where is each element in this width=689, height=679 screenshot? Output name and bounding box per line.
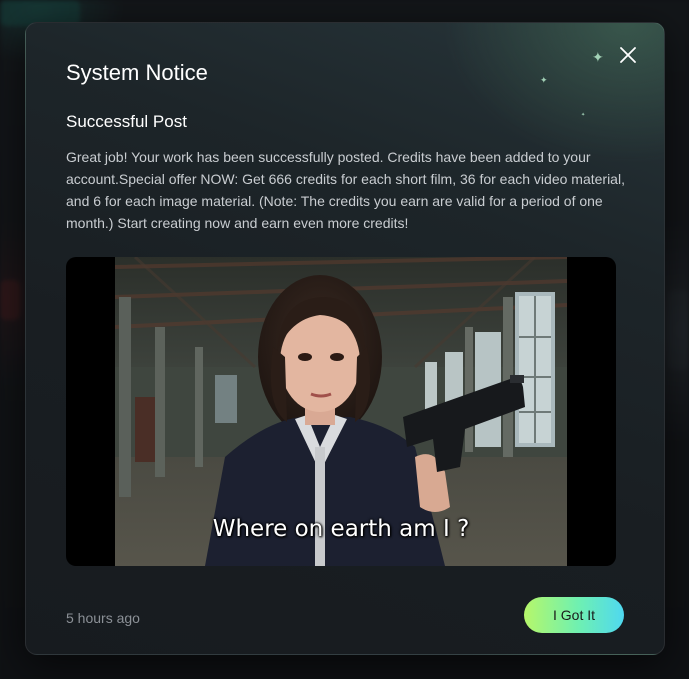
close-icon — [620, 47, 636, 63]
post-timestamp: 5 hours ago — [66, 610, 140, 626]
sparkle-icon: ✦ — [581, 112, 586, 118]
dialog-title: System Notice — [66, 60, 208, 85]
video-subtitle: Where on earth am I ? — [212, 516, 470, 542]
media-preview[interactable]: Where on earth am I ? — [66, 257, 616, 566]
notice-message: Great job! Your work has been successful… — [66, 149, 625, 231]
sparkle-icon: ✦ — [592, 50, 604, 66]
close-button[interactable] — [616, 43, 640, 67]
i-got-it-button[interactable]: I Got It — [524, 597, 624, 633]
post-status-heading: Successful Post — [66, 112, 187, 131]
system-notice-dialog: ✦ ✦ ✦ System Notice Successful Post Grea… — [25, 22, 665, 655]
sparkle-icon: ✦ — [540, 76, 548, 86]
